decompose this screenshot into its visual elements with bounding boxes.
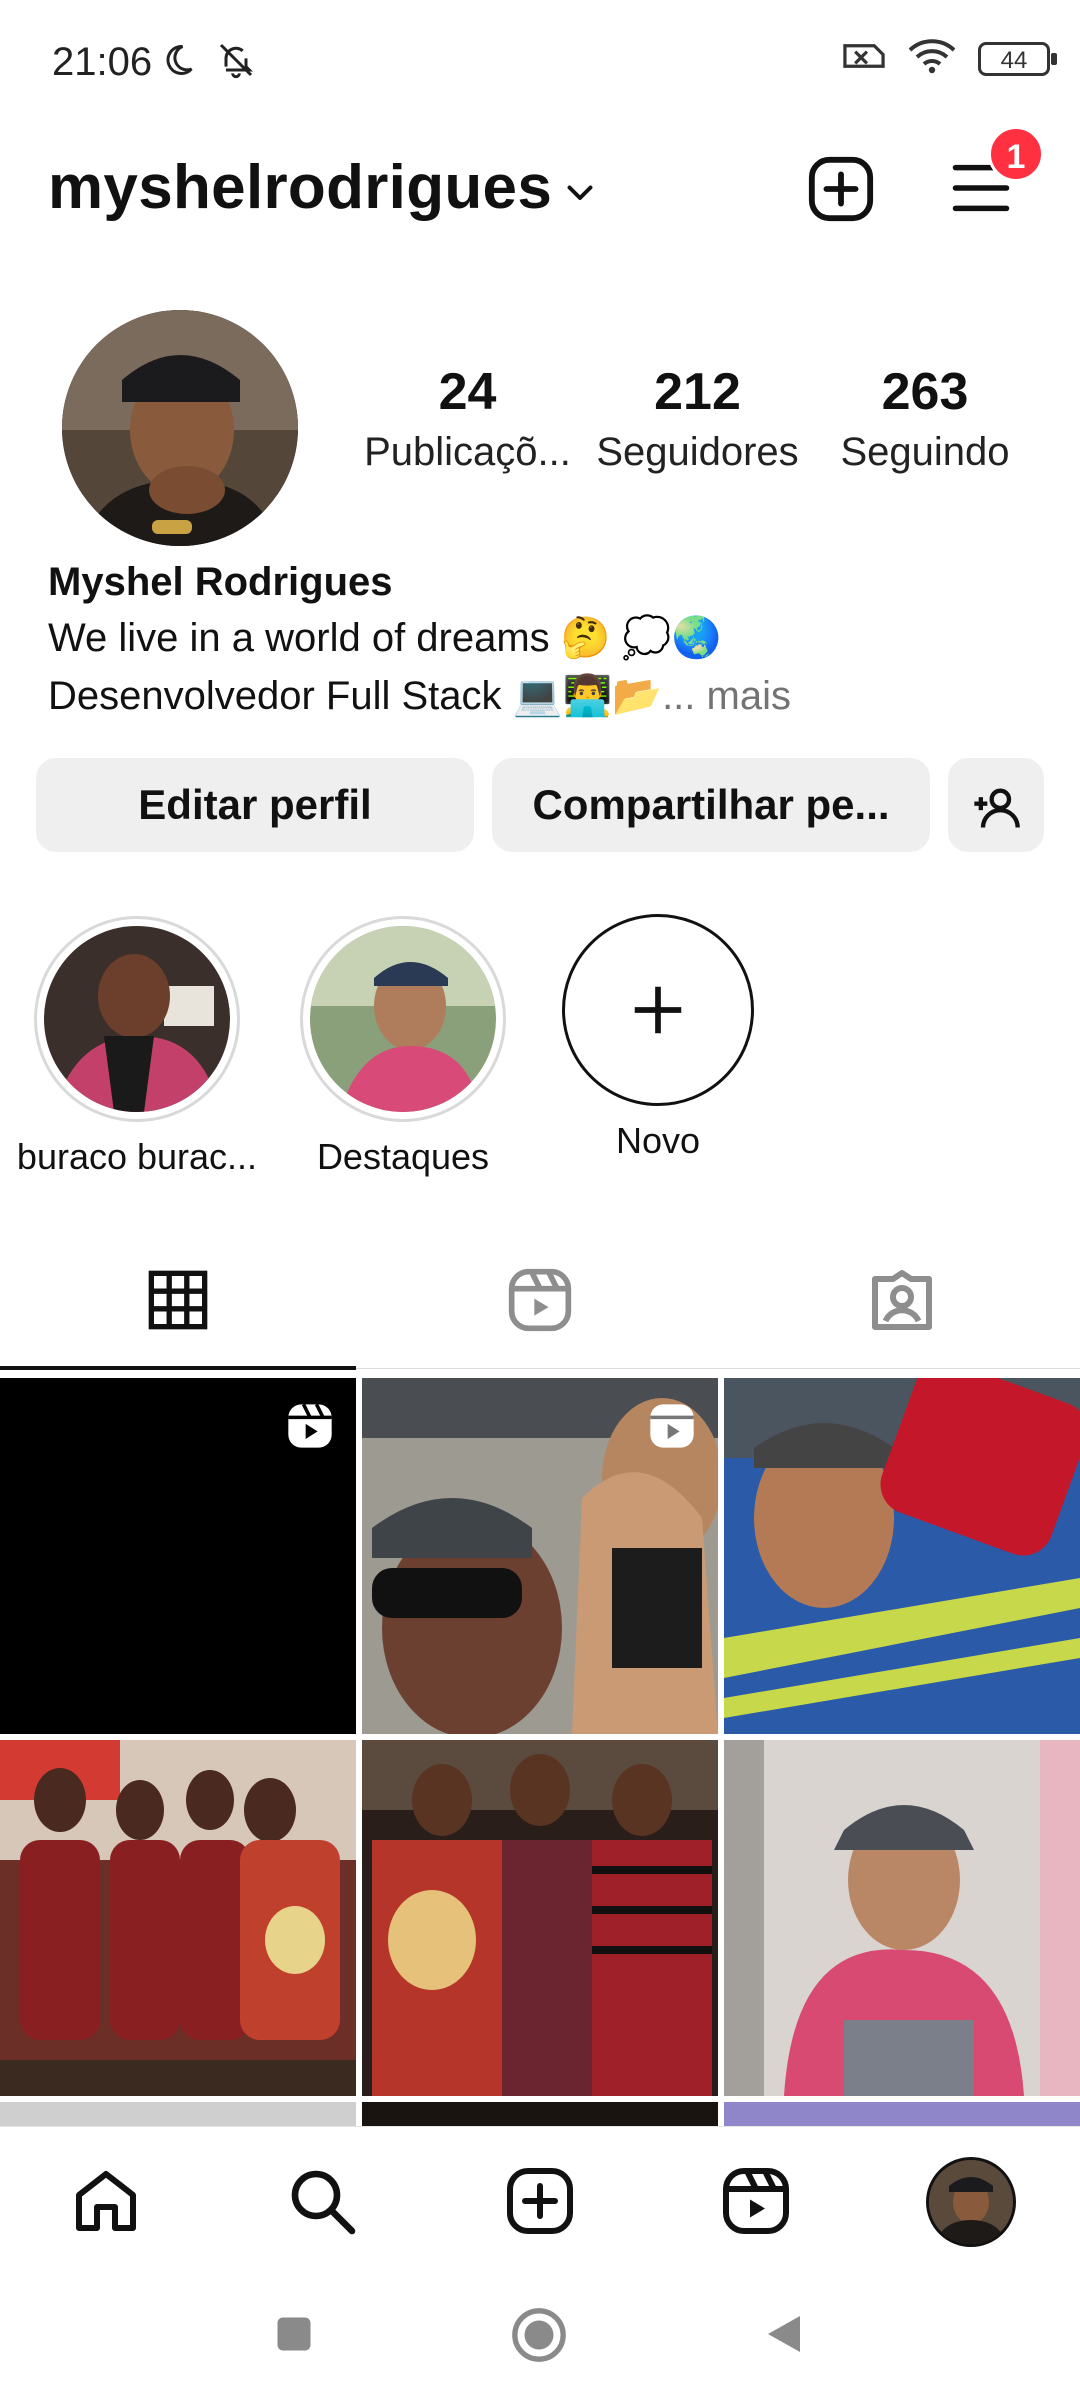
tagged-icon[interactable] — [866, 1264, 938, 1341]
stat-posts[interactable]: 24 Publicaçõ... — [340, 362, 595, 475]
discover-people-button[interactable] — [948, 758, 1044, 852]
stat-following[interactable]: 263 Seguindo — [810, 362, 1040, 475]
system-navigation — [0, 2272, 1080, 2400]
highlight-destaques[interactable] — [300, 916, 506, 1122]
profile-header: myshelrodrigues — [0, 130, 1080, 250]
post-thumbnail[interactable] — [724, 1378, 1080, 1734]
reels-icon[interactable] — [720, 2165, 792, 2242]
home-button[interactable] — [510, 2306, 568, 2369]
reel-badge-icon — [646, 1400, 698, 1457]
highlight-thumb — [44, 926, 230, 1112]
chevron-down-icon[interactable] — [560, 174, 600, 215]
stat-posts-count: 24 — [438, 363, 497, 421]
bio-more-link[interactable]: ... mais — [662, 674, 791, 718]
highlight-label-buraco: buraco burac... — [16, 1136, 258, 1177]
stat-followers[interactable]: 212 Seguidores — [575, 362, 820, 475]
username[interactable]: myshelrodrigues — [48, 152, 552, 223]
bottom-navigation — [0, 2126, 1080, 2273]
wifi-icon — [908, 38, 956, 79]
post-thumbnail[interactable] — [0, 1740, 356, 2096]
profile-avatar[interactable] — [62, 310, 298, 546]
create-icon[interactable] — [504, 2165, 576, 2242]
moon-icon — [160, 42, 196, 83]
post-thumbnail[interactable] — [0, 1378, 356, 1734]
highlight-label-novo: Novo — [615, 1120, 701, 1161]
highlight-thumb — [310, 926, 496, 1112]
post-thumbnail[interactable] — [362, 1740, 718, 2096]
back-button[interactable] — [760, 2310, 808, 2363]
reels-tab-icon[interactable] — [506, 1266, 574, 1339]
stat-following-count: 263 — [881, 363, 969, 421]
profile-avatar-nav[interactable] — [926, 2157, 1016, 2247]
status-time: 21:06 — [52, 40, 153, 84]
grid-icon[interactable] — [146, 1268, 210, 1337]
post-thumbnail[interactable] — [724, 1740, 1080, 2096]
stat-followers-label: Seguidores — [596, 430, 799, 474]
add-person-icon — [970, 781, 1022, 828]
notification-badge: 1 — [988, 126, 1044, 182]
highlight-buraco[interactable] — [34, 916, 240, 1122]
edit-profile-button[interactable]: Editar perfil — [36, 758, 474, 852]
post-thumbnail[interactable] — [0, 2102, 356, 2126]
bio-line-2: Desenvolvedor Full Stack 💻👨‍💻📂... mais — [48, 672, 791, 719]
post-thumbnail[interactable] — [724, 2102, 1080, 2126]
create-post-icon[interactable] — [806, 154, 876, 229]
reel-badge-icon — [284, 1400, 336, 1457]
highlight-label-destaques: Destaques — [316, 1136, 490, 1177]
new-highlight-button[interactable] — [562, 914, 754, 1106]
stat-posts-label: Publicaçõ... — [364, 430, 571, 474]
mute-icon — [216, 40, 256, 85]
battery-level: 44 — [1000, 46, 1028, 74]
bio-line-2-text: Desenvolvedor Full Stack 💻👨‍💻📂 — [48, 674, 663, 718]
recent-apps-button[interactable] — [272, 2312, 316, 2361]
stat-following-label: Seguindo — [840, 430, 1010, 474]
search-icon[interactable] — [286, 2165, 358, 2242]
no-sim-icon — [842, 39, 886, 78]
plus-icon — [627, 979, 689, 1046]
bio-line-1: We live in a world of dreams 🤔 💭🌏 — [48, 616, 722, 660]
home-icon[interactable] — [70, 2165, 142, 2242]
stat-followers-count: 212 — [654, 363, 741, 421]
battery-indicator: 44 — [978, 41, 1057, 76]
post-thumbnail[interactable] — [362, 2102, 718, 2126]
share-profile-button[interactable]: Compartilhar pe... — [492, 758, 930, 852]
active-tab-indicator — [0, 1366, 356, 1370]
post-thumbnail[interactable] — [362, 1378, 718, 1734]
profile-name: Myshel Rodrigues — [48, 560, 393, 604]
status-bar: 21:06 44 — [0, 0, 1080, 130]
